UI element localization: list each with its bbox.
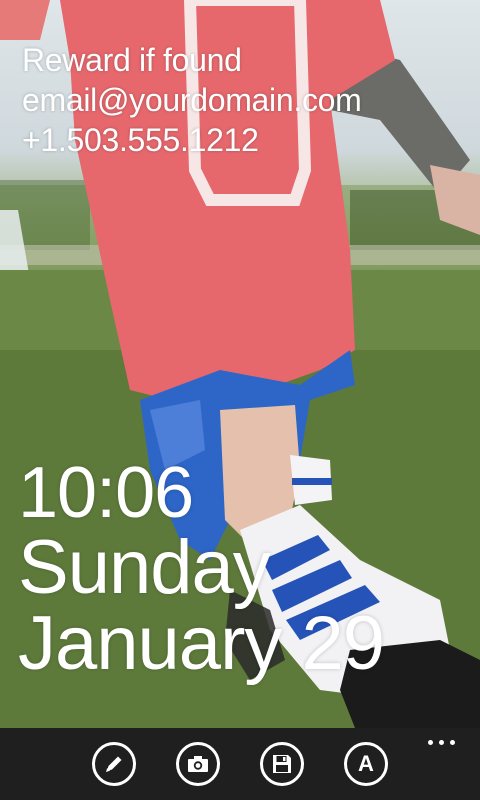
camera-icon: [188, 756, 208, 772]
clock-block: 10:06 Sunday January 29: [18, 453, 385, 686]
reward-line: Reward if found: [22, 42, 242, 78]
pencil-icon: [106, 756, 122, 772]
ellipsis-icon-dot-3: [450, 740, 455, 745]
font-a-icon: A: [358, 751, 374, 776]
edit-button[interactable]: [92, 742, 136, 786]
owner-info: Reward if found email@yourdomain.com +1.…: [22, 40, 362, 160]
ellipsis-icon-dot-2: [439, 740, 444, 745]
save-button[interactable]: [260, 742, 304, 786]
lock-screen: Reward if found email@yourdomain.com +1.…: [0, 0, 480, 800]
email-line: email@yourdomain.com: [22, 82, 362, 118]
app-bar: A: [0, 728, 480, 800]
font-button[interactable]: A: [344, 742, 388, 786]
more-options-button[interactable]: [428, 738, 456, 746]
floppy-disk-icon: [273, 755, 291, 773]
clock-date: January 29: [18, 601, 385, 686]
ellipsis-icon-dot-1: [428, 740, 433, 745]
clock-day: Sunday: [18, 525, 271, 610]
clock-time: 10:06: [18, 453, 194, 533]
phone-line: +1.503.555.1212: [22, 122, 259, 158]
camera-button[interactable]: [176, 742, 220, 786]
